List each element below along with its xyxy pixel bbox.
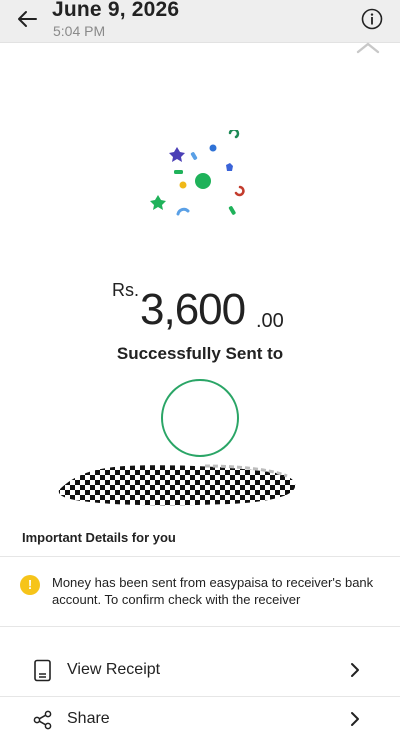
back-arrow-icon[interactable] [14,6,40,32]
share-icon [33,710,52,730]
confetti-illustration [150,130,245,216]
receipt-icon [34,659,51,682]
divider [0,626,400,627]
amount-decimal: .00 [256,310,284,332]
important-details-heading: Important Details for you [22,530,176,545]
warning-icon: ! [20,575,40,595]
chevron-up-icon[interactable] [356,42,380,54]
top-bar: June 9, 2026 5:04 PM [0,0,400,43]
page-title: June 9, 2026 [52,0,180,21]
receiver-avatar [161,379,239,457]
amount-whole: 3,600 [140,285,246,334]
view-receipt-row[interactable]: View Receipt [0,647,400,695]
share-row[interactable]: Share [0,696,400,744]
info-icon[interactable] [361,8,383,30]
view-receipt-label: View Receipt [67,661,161,678]
chevron-right-icon [351,663,359,677]
redacted-receiver-name [58,464,296,506]
currency-label: Rs. [112,280,139,300]
notice-message: Money has been sent from easypaisa to re… [52,575,374,607]
status-text: Successfully Sent to [116,344,284,363]
page-subtitle: 5:04 PM [53,23,106,39]
share-label: Share [67,710,110,727]
divider [0,556,400,557]
chevron-right-icon [351,712,359,726]
transaction-amount: Rs. 3,600 .00 [0,275,400,335]
